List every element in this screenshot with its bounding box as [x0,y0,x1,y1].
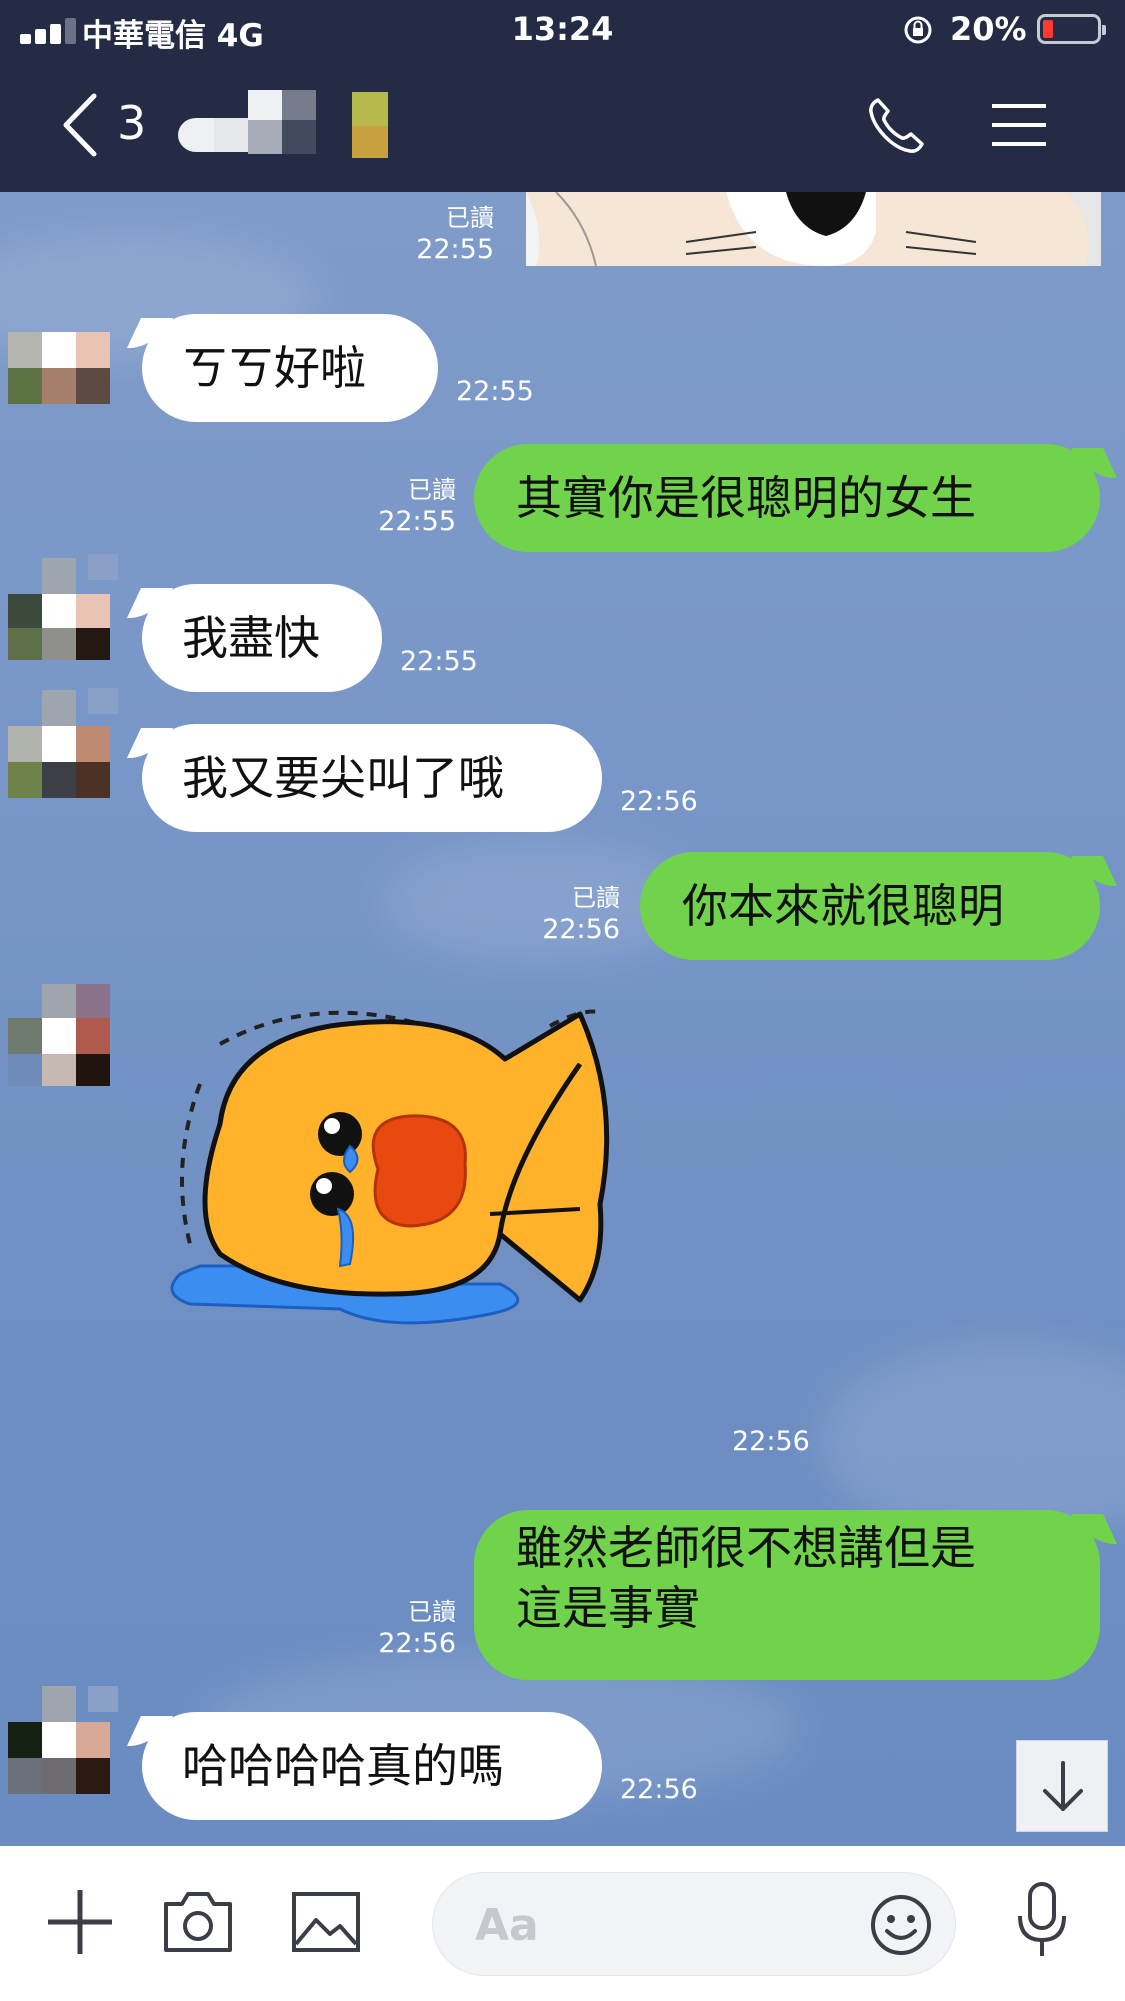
avatar[interactable] [8,554,118,660]
microphone-icon[interactable] [1006,1880,1078,1960]
scroll-to-bottom-button[interactable] [1016,1740,1108,1832]
message-time: 22:56 [732,1426,810,1457]
message-bubble-incoming[interactable]: ㄎㄎ好啦 [142,314,438,422]
read-receipt: 已讀 [572,884,620,912]
message-line: 雖然老師很不想講但是 [516,1521,976,1575]
message-time: 22:56 [378,1628,456,1659]
contact-name-pixelated[interactable] [178,90,388,158]
arrow-down-icon [1043,1761,1083,1811]
message-text-field[interactable] [473,1893,857,1957]
message-meta: 已讀 22:56 [520,882,620,946]
battery-level [1043,20,1053,38]
rotation-lock-icon [904,16,932,44]
message-line: 這是事實 [516,1581,700,1635]
avatar[interactable] [8,332,110,404]
message-bubble-outgoing[interactable]: 其實你是很聰明的女生 [474,444,1100,552]
message-input-bar [0,1846,1125,2001]
plus-icon[interactable] [44,1886,116,1958]
battery-percent: 20% [950,10,1027,48]
message-meta: 已讀 22:56 [360,1596,456,1660]
emoji-icon[interactable] [869,1893,933,1957]
message-time: 22:56 [620,786,698,817]
message-bubble-outgoing[interactable]: 你本來就很聰明 [640,852,1100,960]
message-time: 22:55 [416,234,494,265]
message-bubble-incoming[interactable]: 我盡快 [142,584,382,692]
call-icon[interactable] [864,94,928,158]
message-bubble-incoming[interactable]: 我又要尖叫了哦 [142,724,602,832]
sticker-crying-fish[interactable] [160,1004,680,1344]
message-time: 22:55 [400,646,478,677]
read-receipt: 已讀 [446,204,494,232]
chat-message-list[interactable]: 已讀 22:55 ㄎㄎ好啦 22:55 已讀 22:55 其實你是很聰明的女生 … [0,192,1125,1846]
avatar[interactable] [8,1686,118,1794]
message-time: 22:56 [542,914,620,945]
message-meta: 已讀 22:55 [390,202,494,266]
message-time: 22:55 [456,376,534,407]
chat-header: 3 [0,60,1125,192]
image-icon[interactable] [290,1886,362,1958]
sticker-dog-partial[interactable] [526,192,1101,266]
read-receipt: 已讀 [408,1598,456,1626]
avatar[interactable] [8,984,110,1086]
back-icon[interactable] [58,92,102,158]
message-time: 22:56 [620,1774,698,1805]
unread-count: 3 [117,96,147,150]
message-meta: 已讀 22:55 [360,474,456,538]
message-input[interactable] [432,1872,956,1976]
battery-icon [1037,14,1106,44]
message-bubble-incoming[interactable]: 哈哈哈哈真的嗎 [142,1712,602,1820]
read-receipt: 已讀 [408,476,456,504]
message-time: 22:55 [378,506,456,537]
avatar[interactable] [8,688,118,798]
message-bubble-outgoing[interactable]: 雖然老師很不想講但是 這是事實 [474,1510,1100,1680]
menu-icon[interactable] [990,100,1048,150]
status-bar: 中華電信 4G 13:24 20% [0,0,1125,60]
camera-icon[interactable] [162,1886,234,1958]
